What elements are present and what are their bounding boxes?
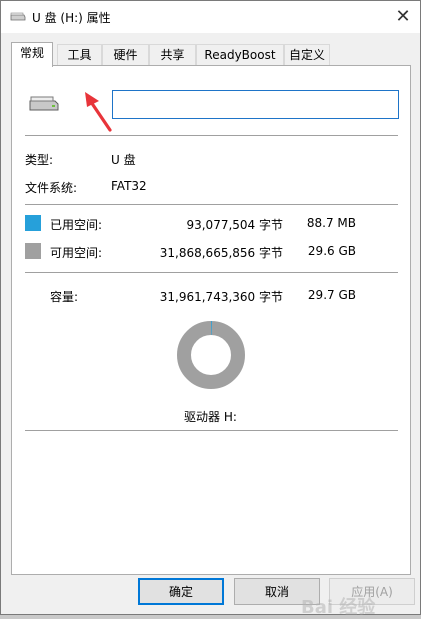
capacity-label: 容量: — [50, 288, 78, 305]
close-button[interactable]: ✕ — [388, 1, 418, 31]
type-value: U 盘 — [111, 151, 136, 168]
title-bar[interactable]: U 盘 (H:) 属性 ✕ — [1, 1, 420, 33]
tab-hardware-label: 硬件 — [113, 48, 137, 62]
tab-readyboost[interactable]: ReadyBoost — [196, 44, 284, 66]
baidu-jingyan-watermark: Bai 经验 — [301, 593, 375, 619]
capacity-size: 29.7 GB — [308, 288, 356, 302]
properties-window: U 盘 (H:) 属性 ✕ 常规 工具 硬件 共享 ReadyBoost 自定义 — [0, 0, 421, 615]
tab-hardware[interactable]: 硬件 — [102, 44, 149, 66]
drive-letter-label: 驱动器 H: — [184, 408, 237, 425]
free-space-ring — [184, 328, 238, 382]
annotation-arrow-icon — [79, 91, 115, 135]
used-space-label: 已用空间: — [50, 216, 102, 233]
window-title: U 盘 (H:) 属性 — [32, 9, 111, 26]
tab-general[interactable]: 常规 — [11, 42, 53, 67]
tab-strip: 常规 工具 硬件 共享 ReadyBoost 自定义 — [11, 42, 411, 66]
capacity-bytes: 31,961,743,360 字节 — [160, 288, 283, 305]
tab-readyboost-label: ReadyBoost — [204, 48, 275, 62]
free-space-bytes: 31,868,665,856 字节 — [160, 244, 283, 261]
separator — [25, 272, 398, 273]
disk-usage-donut — [176, 320, 246, 390]
tab-sharing[interactable]: 共享 — [149, 44, 196, 66]
used-space-swatch — [25, 215, 41, 231]
ok-button[interactable]: 确定 — [138, 578, 224, 605]
tab-tools-label: 工具 — [67, 48, 91, 62]
dialog-client: 常规 工具 硬件 共享 ReadyBoost 自定义 — [1, 33, 420, 614]
filesystem-label: 文件系统: — [25, 179, 77, 196]
tab-sharing-label: 共享 — [160, 48, 184, 62]
free-space-size: 29.6 GB — [308, 244, 356, 258]
separator — [25, 135, 398, 136]
filesystem-value: FAT32 — [111, 179, 147, 193]
type-label: 类型: — [25, 151, 53, 168]
separator — [25, 430, 398, 431]
used-space-bytes: 93,077,504 字节 — [186, 216, 283, 233]
tab-customize-label: 自定义 — [289, 48, 325, 62]
used-space-size: 88.7 MB — [307, 216, 356, 230]
usb-drive-icon — [28, 95, 60, 111]
tab-customize[interactable]: 自定义 — [284, 44, 330, 66]
free-space-label: 可用空间: — [50, 244, 102, 261]
free-space-swatch — [25, 243, 41, 259]
tab-general-label: 常规 — [20, 46, 44, 60]
volume-label-input[interactable] — [112, 90, 399, 119]
general-tab-panel: 类型: U 盘 文件系统: FAT32 已用空间: 93,077,504 字节 … — [11, 65, 411, 575]
separator — [25, 204, 398, 205]
close-icon: ✕ — [395, 6, 410, 27]
usb-drive-icon — [10, 12, 26, 21]
tab-tools[interactable]: 工具 — [57, 44, 102, 66]
